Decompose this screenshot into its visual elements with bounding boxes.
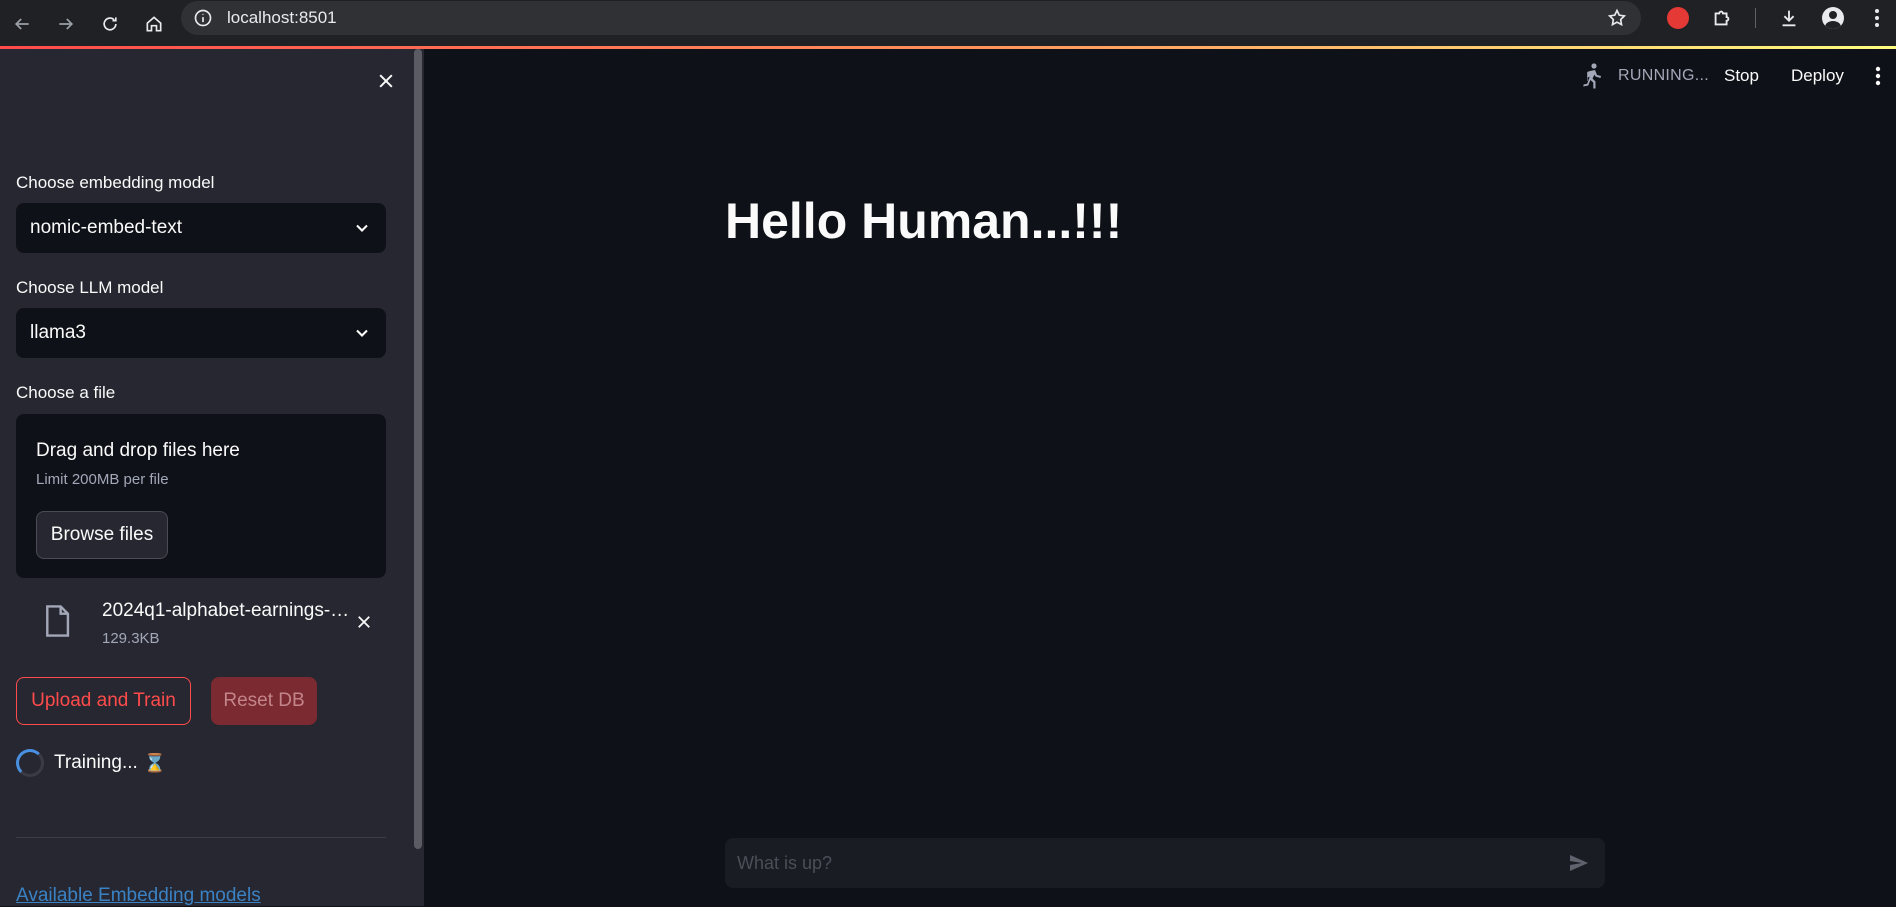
- embedding-model-select[interactable]: nomic-embed-text: [16, 203, 386, 253]
- bookmark-star-icon[interactable]: [1607, 8, 1627, 28]
- profile-avatar-icon[interactable]: [1822, 7, 1844, 29]
- extension-adblock-icon[interactable]: [1667, 7, 1689, 29]
- llm-model-select[interactable]: llama3: [16, 308, 386, 358]
- file-uploader-label: Choose a file: [16, 383, 116, 402]
- embedding-model-label: Choose embedding model: [16, 173, 215, 192]
- hourglass-icon: ⌛: [143, 752, 167, 773]
- dropzone-limit-text: Limit 200MB per file: [36, 471, 169, 488]
- loading-spinner-icon: [16, 749, 44, 777]
- reload-icon[interactable]: [96, 10, 124, 38]
- file-dropzone[interactable]: Drag and drop files here Limit 200MB per…: [16, 414, 386, 578]
- reset-db-button[interactable]: Reset DB: [211, 677, 317, 725]
- chat-input[interactable]: [737, 838, 1537, 888]
- llm-model-label: Choose LLM model: [16, 278, 164, 297]
- browse-files-button[interactable]: Browse files: [36, 511, 168, 559]
- chat-input-container: [725, 838, 1605, 888]
- running-person-icon: [1583, 63, 1601, 89]
- sidebar-scrollbar[interactable]: [414, 49, 422, 849]
- chevron-down-icon: [356, 224, 368, 232]
- file-icon: [46, 605, 70, 637]
- remove-file-icon[interactable]: [352, 610, 376, 634]
- uploaded-file-size: 129.3KB: [102, 630, 160, 647]
- running-status-text: RUNNING...: [1618, 67, 1709, 84]
- embedding-model-value: nomic-embed-text: [30, 217, 183, 238]
- uploaded-file-name: 2024q1-alphabet-earnings-release.pdf: [102, 600, 352, 621]
- llm-model-value: llama3: [30, 322, 86, 343]
- send-icon[interactable]: [1567, 851, 1591, 875]
- chevron-down-icon: [356, 329, 368, 337]
- url-text: localhost:8501: [227, 8, 337, 27]
- page-title: Hello Human...!!!: [725, 193, 1123, 249]
- extensions-puzzle-icon[interactable]: [1711, 7, 1733, 29]
- browser-toolbar: localhost:8501: [0, 0, 1896, 48]
- embedding-models-link[interactable]: Available Embedding models: [16, 885, 261, 907]
- back-icon[interactable]: [8, 10, 36, 38]
- training-text: Training...: [54, 752, 138, 773]
- deploy-button[interactable]: Deploy: [1791, 66, 1844, 86]
- sidebar-divider: [16, 837, 386, 838]
- forward-icon[interactable]: [52, 10, 80, 38]
- app-menu-icon[interactable]: [1868, 62, 1888, 90]
- uploaded-file-item: 2024q1-alphabet-earnings-release.pdf 129…: [16, 594, 396, 654]
- training-status: Training... ⌛: [16, 749, 166, 777]
- running-status: RUNNING...: [1580, 62, 1709, 90]
- stop-button[interactable]: Stop: [1724, 66, 1759, 86]
- upload-and-train-button[interactable]: Upload and Train: [16, 677, 191, 725]
- browser-menu-icon[interactable]: [1866, 7, 1888, 29]
- download-icon[interactable]: [1778, 7, 1800, 29]
- sidebar: Choose embedding model nomic-embed-text …: [0, 49, 424, 906]
- toolbar-separator: [1755, 8, 1756, 28]
- address-bar[interactable]: localhost:8501: [181, 1, 1641, 35]
- site-info-icon[interactable]: [193, 8, 213, 28]
- dropzone-title: Drag and drop files here: [36, 440, 240, 461]
- sidebar-close-icon[interactable]: [372, 67, 400, 95]
- home-icon[interactable]: [140, 10, 168, 38]
